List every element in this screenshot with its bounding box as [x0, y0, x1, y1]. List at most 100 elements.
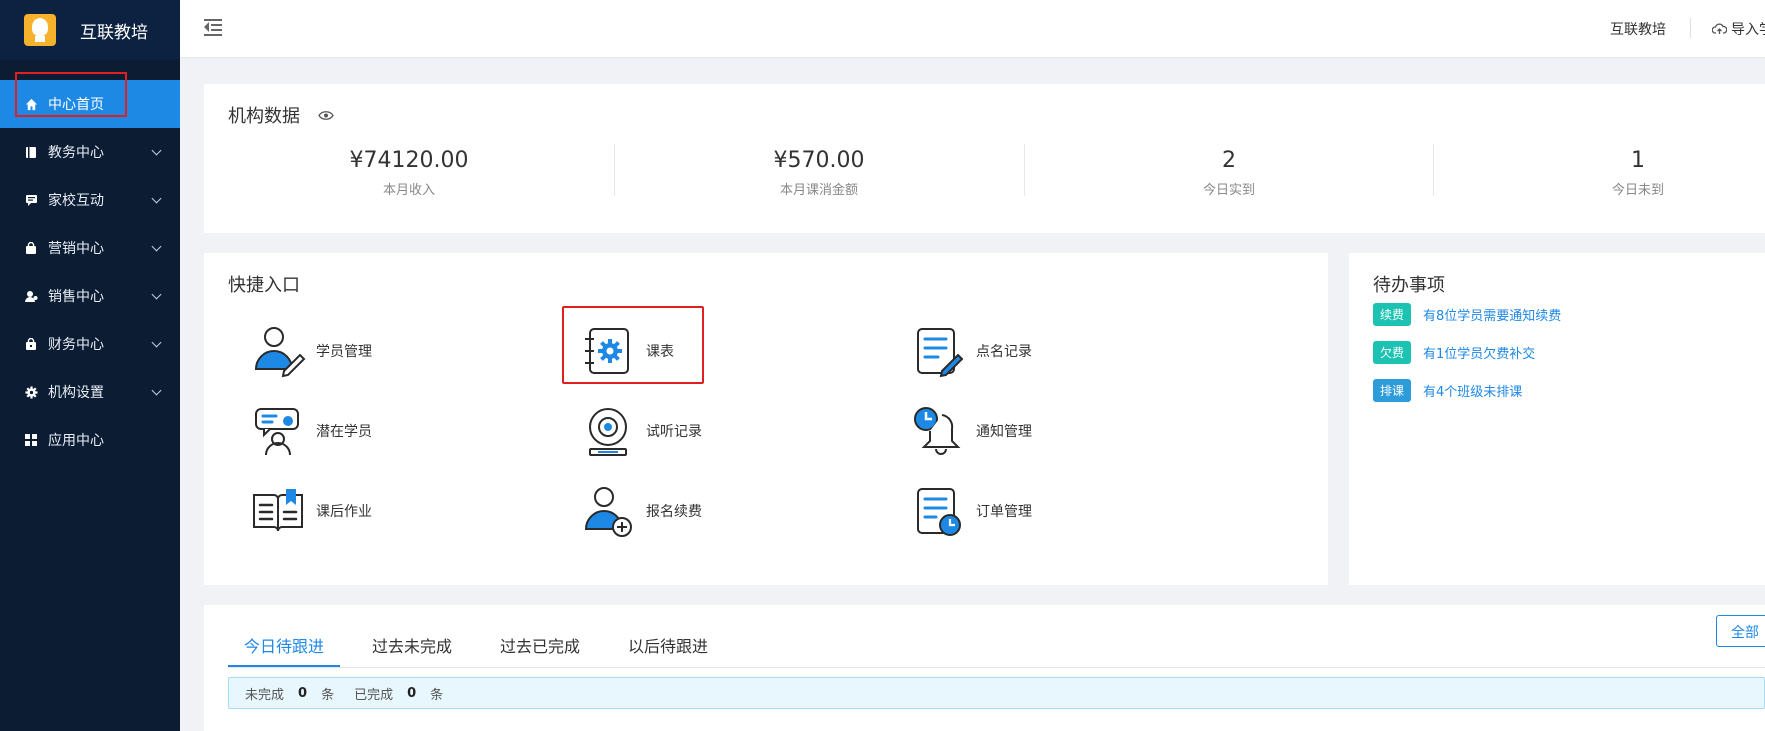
- quick-order-management[interactable]: 订单管理: [910, 481, 1130, 541]
- chevron-down-icon: [151, 145, 162, 156]
- quick-entry-title: 快捷入口: [228, 275, 300, 296]
- sidebar-item-label: 营销中心: [48, 241, 104, 257]
- quick-trial-record[interactable]: 试听记录: [580, 401, 800, 461]
- stat-monthly-income: ¥74120.00 本月收入: [204, 148, 614, 198]
- todo-title: 待办事项: [1373, 275, 1445, 296]
- sidebar-item-apps[interactable]: 应用中心: [0, 416, 180, 464]
- todo-item[interactable]: 续费 有8位学员需要通知续费: [1373, 303, 1561, 326]
- quick-enroll-renew[interactable]: 报名续费: [580, 481, 800, 541]
- stat-today-present: 2 今日实到: [1024, 148, 1434, 198]
- brand-name: 互联教培: [80, 22, 148, 43]
- stat-value: ¥74120.00: [349, 148, 469, 173]
- stat-monthly-consumption: ¥570.00 本月课消金额: [614, 148, 1024, 198]
- incomplete-count: 0: [298, 685, 308, 701]
- sidebar-item-sales[interactable]: 销售中心: [0, 272, 180, 320]
- quick-item-label: 试听记录: [646, 424, 702, 440]
- todo-text: 有8位学员需要通知续费: [1423, 309, 1562, 324]
- wallet-icon: [24, 337, 38, 351]
- stat-label: 本月课消金额: [779, 183, 858, 198]
- sidebar-item-finance[interactable]: 财务中心: [0, 320, 180, 368]
- stat-today-absent: 1 今日未到: [1433, 148, 1765, 198]
- tab-today-pending[interactable]: 今日待跟进: [228, 619, 341, 667]
- stat-label: 本月收入: [382, 183, 435, 198]
- import-label: 导入学: [1731, 22, 1765, 38]
- quick-item-label: 报名续费: [646, 504, 702, 520]
- sidebar-item-academic[interactable]: 教务中心: [0, 128, 180, 176]
- sidebar-item-marketing[interactable]: 营销中心: [0, 224, 180, 272]
- sidebar: 互联教培 中心首页 教务中心 家校互动 营销中心 销售中心 财务中心 机构设置 …: [0, 0, 180, 731]
- incomplete-label: 未完成: [245, 687, 285, 703]
- quick-item-label: 点名记录: [976, 344, 1032, 360]
- eye-icon[interactable]: [318, 110, 334, 121]
- follow-up-card: 今日待跟进 过去未完成 过去已完成 以后待跟进 全部 未完成 0 条 已完成 0…: [204, 605, 1765, 731]
- quick-student-management[interactable]: 学员管理: [250, 321, 470, 381]
- quick-rollcall-record[interactable]: 点名记录: [910, 321, 1130, 381]
- enroll-add-icon: [580, 483, 636, 539]
- chevron-down-icon: [151, 385, 162, 396]
- potential-student-icon: [250, 403, 306, 459]
- quick-item-label: 课表: [646, 344, 674, 360]
- stat-label: 今日未到: [1611, 183, 1664, 198]
- trial-record-icon: [580, 403, 636, 459]
- sidebar-item-label: 教务中心: [48, 145, 104, 161]
- bell-clock-icon: [910, 403, 966, 459]
- home-icon: [24, 97, 38, 111]
- chevron-down-icon: [151, 241, 162, 252]
- top-bar: 互联教培 导入学: [180, 0, 1765, 58]
- sidebar-item-settings[interactable]: 机构设置: [0, 368, 180, 416]
- unit-label: 条: [321, 687, 335, 703]
- quick-schedule[interactable]: 课表: [580, 321, 800, 381]
- quick-item-label: 订单管理: [976, 504, 1032, 520]
- quick-potential-students[interactable]: 潜在学员: [250, 401, 470, 461]
- divider: [228, 667, 1765, 668]
- menu-collapse-icon[interactable]: [204, 18, 224, 36]
- org-data-title: 机构数据: [228, 106, 300, 127]
- import-button[interactable]: 导入学: [1712, 19, 1765, 39]
- todo-card: 待办事项 续费 有8位学员需要通知续费 欠费 有1位学员欠费补交 排课 有4个班…: [1349, 253, 1765, 585]
- order-clock-icon: [910, 483, 966, 539]
- chevron-down-icon: [151, 289, 162, 300]
- stat-value: ¥570.00: [773, 148, 865, 173]
- todo-item[interactable]: 排课 有4个班级未排课: [1373, 379, 1522, 402]
- todo-badge: 续费: [1373, 303, 1412, 326]
- quick-homework[interactable]: 课后作业: [250, 481, 470, 541]
- sidebar-item-label: 中心首页: [48, 97, 104, 113]
- bag-icon: [24, 241, 38, 255]
- bulb-logo-icon: [24, 14, 56, 46]
- brand[interactable]: 互联教培: [0, 0, 180, 60]
- stat-value: 1: [1631, 148, 1645, 173]
- gear-icon: [24, 385, 38, 399]
- tab-past-incomplete[interactable]: 过去未完成: [356, 619, 468, 667]
- quick-item-label: 通知管理: [976, 424, 1032, 440]
- homework-book-icon: [250, 483, 306, 539]
- all-button[interactable]: 全部: [1716, 615, 1765, 647]
- sidebar-item-home-school[interactable]: 家校互动: [0, 176, 180, 224]
- rollcall-record-icon: [910, 323, 966, 379]
- todo-text: 有1位学员欠费补交: [1423, 347, 1536, 362]
- unit-label: 条: [430, 687, 444, 703]
- sidebar-item-label: 机构设置: [48, 385, 104, 401]
- schedule-gear-icon: [580, 323, 636, 379]
- student-edit-icon: [250, 323, 306, 379]
- chevron-down-icon: [151, 193, 162, 204]
- quick-item-label: 学员管理: [316, 344, 372, 360]
- chat-icon: [24, 193, 38, 207]
- user-icon: [24, 289, 38, 303]
- tab-past-complete[interactable]: 过去已完成: [484, 619, 596, 667]
- sidebar-item-label: 家校互动: [48, 193, 104, 209]
- sidebar-item-label: 销售中心: [48, 289, 104, 305]
- tab-future-pending[interactable]: 以后待跟进: [612, 619, 724, 667]
- sidebar-item-home[interactable]: 中心首页: [0, 80, 180, 128]
- todo-text: 有4个班级未排课: [1423, 385, 1523, 400]
- stat-value: 2: [1222, 148, 1236, 173]
- org-data-card: 机构数据 ¥74120.00 本月收入 ¥570.00 本月课消金额 2 今日实…: [204, 84, 1765, 233]
- quick-entry-card: 快捷入口 学员管理 课表 点名记录 潜在学员 试听记录 通知管理 课后作业 报名…: [204, 253, 1328, 585]
- top-org-name[interactable]: 互联教培: [1610, 19, 1666, 39]
- quick-item-label: 课后作业: [316, 504, 372, 520]
- quick-notice-management[interactable]: 通知管理: [910, 401, 1130, 461]
- chevron-down-icon: [151, 337, 162, 348]
- sidebar-item-label: 财务中心: [48, 337, 104, 353]
- todo-item[interactable]: 欠费 有1位学员欠费补交: [1373, 341, 1535, 364]
- follow-summary-bar: 未完成 0 条 已完成 0 条: [228, 677, 1765, 709]
- divider: [1690, 18, 1691, 38]
